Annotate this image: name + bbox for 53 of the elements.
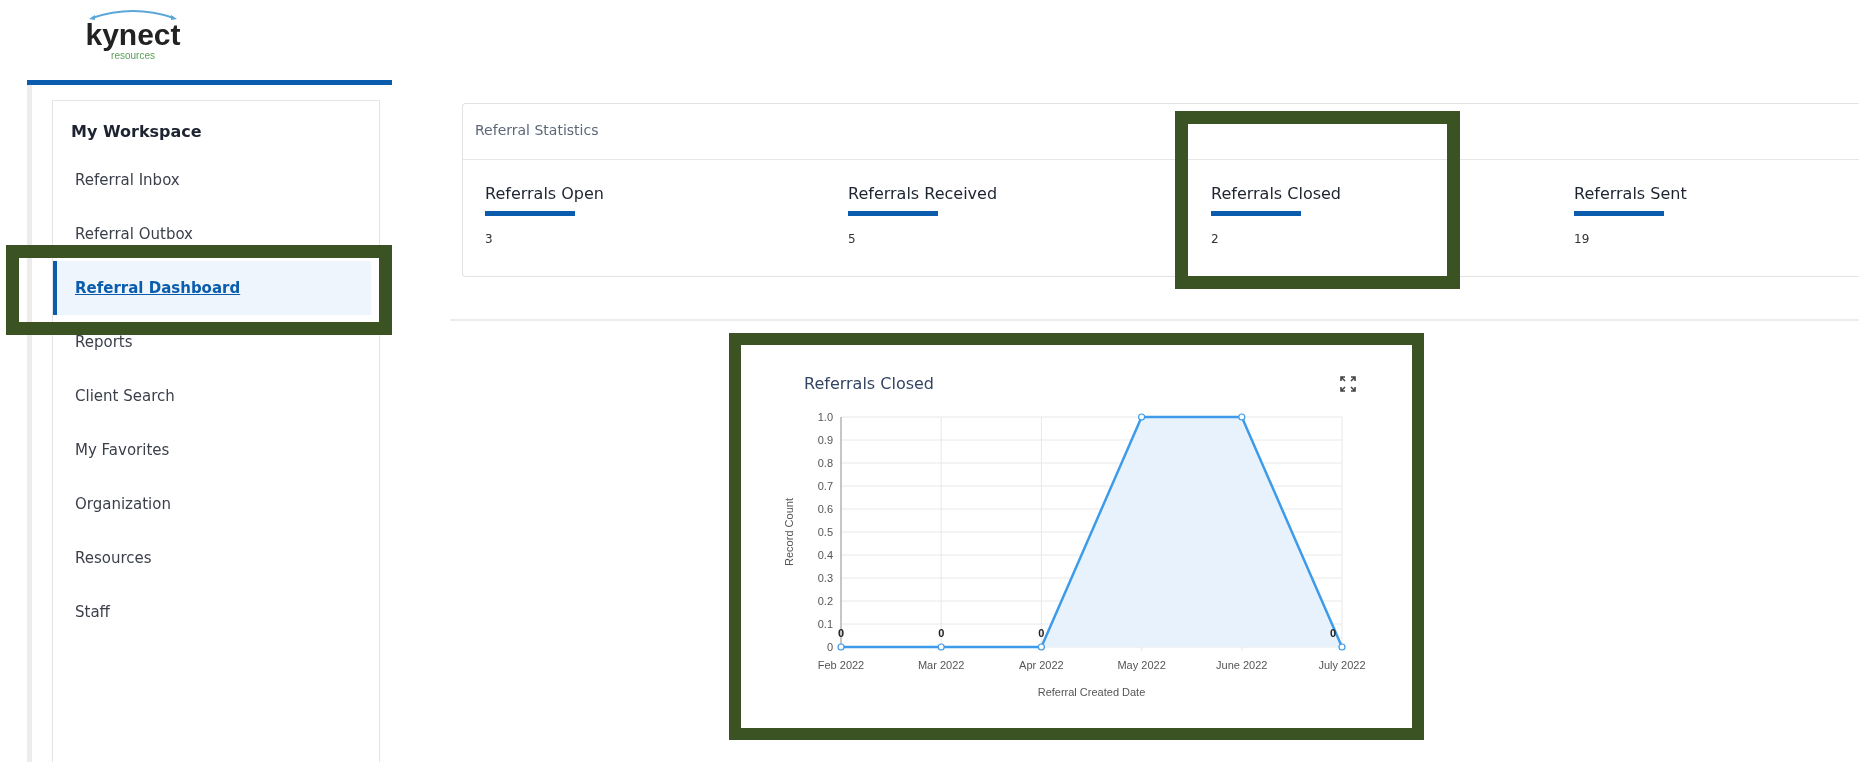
y-tick-label: 0.9 <box>817 434 833 446</box>
x-tick-label: July 2022 <box>1318 659 1366 671</box>
sidebar-item[interactable]: Staff <box>53 585 371 639</box>
sidebar-item[interactable]: Client Search <box>53 369 371 423</box>
x-axis-title: Referral Created Date <box>1037 686 1146 698</box>
y-tick-label: 0.4 <box>817 549 833 561</box>
logo-tagline: resources <box>111 50 155 61</box>
sidebar-item[interactable]: Referral Dashboard <box>53 261 371 315</box>
data-point <box>1238 413 1246 421</box>
y-tick-label: 0.7 <box>817 480 833 492</box>
y-tick-label: 0.1 <box>817 618 833 630</box>
sidebar-item[interactable]: Referral Inbox <box>53 153 371 207</box>
value-label: 0 <box>837 627 845 639</box>
value-label: 0 <box>1329 627 1337 639</box>
value-label: 0 <box>938 627 945 639</box>
value-label: 0 <box>1038 627 1045 639</box>
y-tick-label: 1.0 <box>817 411 833 423</box>
stat-label: Referrals Open <box>485 184 604 203</box>
x-tick-label: Mar 2022 <box>917 659 965 671</box>
data-point <box>937 643 945 651</box>
stat-value: 5 <box>848 232 856 246</box>
stat-label: Referrals Sent <box>1574 184 1687 203</box>
y-tick-label: 0.8 <box>817 457 833 469</box>
stat-value: 2 <box>1211 232 1219 246</box>
stat-label: Referrals Closed <box>1211 184 1341 203</box>
y-tick-label: 0.3 <box>817 572 833 584</box>
logo-wordmark: kynect <box>85 20 181 50</box>
chart-title: Referrals Closed <box>804 374 934 393</box>
y-tick-label: 0.6 <box>817 503 833 515</box>
card-title: Referral Statistics <box>463 104 1859 160</box>
stat-label: Referrals Received <box>848 184 998 203</box>
sidebar-heading: My Workspace <box>70 121 203 143</box>
x-tick-label: May 2022 <box>1117 659 1166 671</box>
stat-value: 19 <box>1574 232 1590 246</box>
sidebar-item[interactable]: Reports <box>53 315 371 369</box>
x-tick-label: June 2022 <box>1216 659 1268 671</box>
data-point <box>1138 413 1146 421</box>
sidebar-item[interactable]: My Favorites <box>53 423 371 477</box>
sidebar-item[interactable]: Referral Outbox <box>53 207 371 261</box>
x-tick-label: Feb 2022 <box>817 659 865 671</box>
arc-arrow-icon <box>88 8 178 20</box>
x-tick-label: Apr 2022 <box>1019 659 1064 671</box>
data-point <box>1037 643 1045 651</box>
y-tick-label: 0 <box>826 641 833 653</box>
y-tick-label: 0.5 <box>817 526 833 538</box>
sidebar-item[interactable]: Organization <box>53 477 371 531</box>
sidebar-item[interactable]: Resources <box>53 531 371 585</box>
data-point <box>837 643 845 651</box>
stat-value: 3 <box>485 232 493 246</box>
data-point <box>1338 643 1346 651</box>
expand-icon[interactable] <box>1340 375 1356 392</box>
y-tick-label: 0.2 <box>817 595 833 607</box>
y-axis-title: Record Count <box>783 498 795 566</box>
